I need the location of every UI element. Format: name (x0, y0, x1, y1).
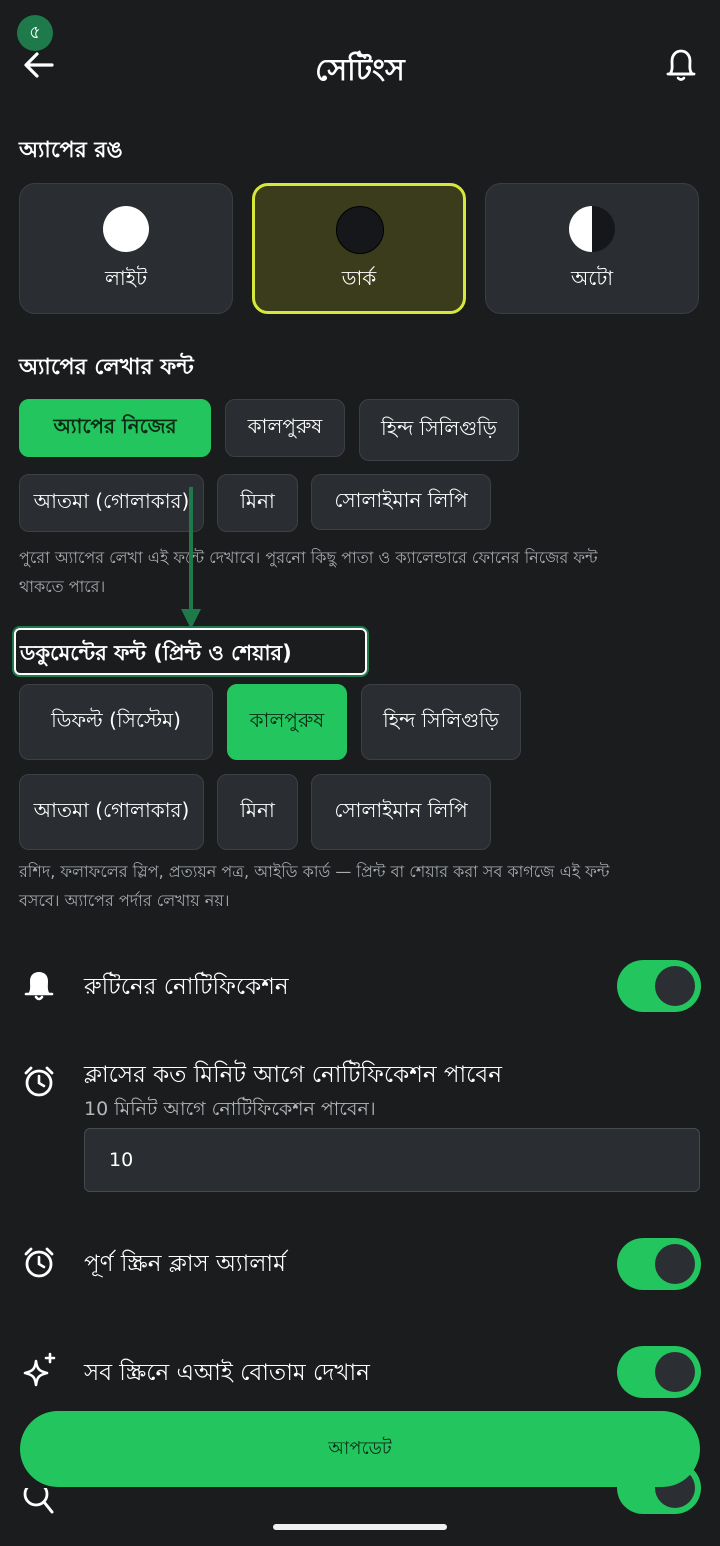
app-font-chip[interactable]: সোলাইমান লিপি (311, 474, 491, 530)
hint-line: থাকতে পারে। (19, 577, 106, 596)
light-theme-circle-icon (103, 206, 149, 252)
theme-option-dark[interactable]: ডার্ক (252, 183, 466, 314)
theme-option-light[interactable]: লাইট (19, 183, 233, 314)
full-screen-alarm-toggle[interactable] (617, 1238, 701, 1290)
hint-line: পুরো অ্যাপের লেখা এই ফন্টে দেখাবে। পুরনো… (19, 548, 598, 567)
annotation-arrow-icon (181, 487, 201, 629)
theme-option-auto[interactable]: অটো (485, 183, 699, 314)
doc-font-title: ডকুমেন্টের ফন্ট (প্রিন্ট ও শেয়ার) (20, 641, 292, 665)
routine-notification-label: রুটিনের নোটিফিকেশন (84, 974, 289, 1000)
home-indicator (273, 1524, 447, 1530)
class-minutes-subtext: 10 মিনিট আগে নোটিফিকেশন পাবেন। (84, 1098, 376, 1120)
routine-notification-toggle[interactable] (617, 960, 701, 1012)
app-font-chip[interactable]: অ্যাপের নিজের (19, 399, 211, 457)
app-font-title: অ্যাপের লেখার ফন্ট (19, 355, 194, 380)
hint-line: রশিদ, ফলাফলের স্লিপ, প্রত্যয়ন পত্র, আইড… (19, 862, 610, 881)
doc-font-chip[interactable]: হিন্দ সিলিগুড়ি (361, 684, 521, 760)
bell-icon[interactable] (664, 46, 698, 84)
doc-font-hint: রশিদ, ফলাফলের স্লিপ, প্রত্যয়ন পত্র, আইড… (19, 857, 709, 915)
app-font-hint: পুরো অ্যাপের লেখা এই ফন্টে দেখাবে। পুরনো… (19, 543, 709, 601)
sparkle-icon (20, 1352, 58, 1390)
bell-icon (24, 968, 54, 1002)
class-minutes-input[interactable]: 10 (84, 1128, 700, 1192)
full-screen-alarm-label: পূর্ণ স্ক্রিন ক্লাস অ্যালার্ম (84, 1251, 286, 1277)
app-font-chip[interactable]: কালপুরুষ (225, 399, 345, 457)
doc-font-chip[interactable]: কালপুরুষ (227, 684, 347, 760)
hint-line: বসবে। অ্যাপের পর্দার লেখায় নয়। (19, 891, 230, 910)
class-minutes-label: ক্লাসের কত মিনিট আগে নোটিফিকেশন পাবেন (84, 1062, 502, 1088)
app-color-title: অ্যাপের রঙ (19, 138, 123, 163)
doc-font-chip[interactable]: আতমা (গোলাকার) (19, 774, 204, 850)
search-icon (22, 1488, 56, 1518)
doc-font-chip[interactable]: সোলাইমান লিপি (311, 774, 491, 850)
ai-button-label: সব স্ক্রিনে এআই বোতাম দেখান (84, 1360, 370, 1386)
dark-theme-circle-icon (336, 206, 384, 254)
ai-button-toggle[interactable] (617, 1346, 701, 1398)
theme-option-label: ডার্ক (341, 266, 377, 290)
update-button[interactable]: আপডেট (20, 1411, 700, 1487)
alarm-clock-icon (22, 1065, 56, 1099)
page-title: সেটিংস (315, 53, 405, 88)
app-font-chip[interactable]: আতমা (গোলাকার) (19, 474, 204, 532)
app-font-chip[interactable]: হিন্দ সিলিগুড়ি (359, 399, 519, 461)
app-font-chip[interactable]: মিনা (217, 474, 298, 532)
theme-option-label: অটো (570, 266, 614, 290)
alarm-clock-icon (22, 1246, 56, 1280)
theme-option-label: লাইট (104, 266, 147, 290)
auto-theme-circle-icon (569, 206, 615, 252)
doc-font-chip[interactable]: ডিফল্ট (সিস্টেম) (19, 684, 213, 760)
doc-font-chip[interactable]: মিনা (217, 774, 298, 850)
